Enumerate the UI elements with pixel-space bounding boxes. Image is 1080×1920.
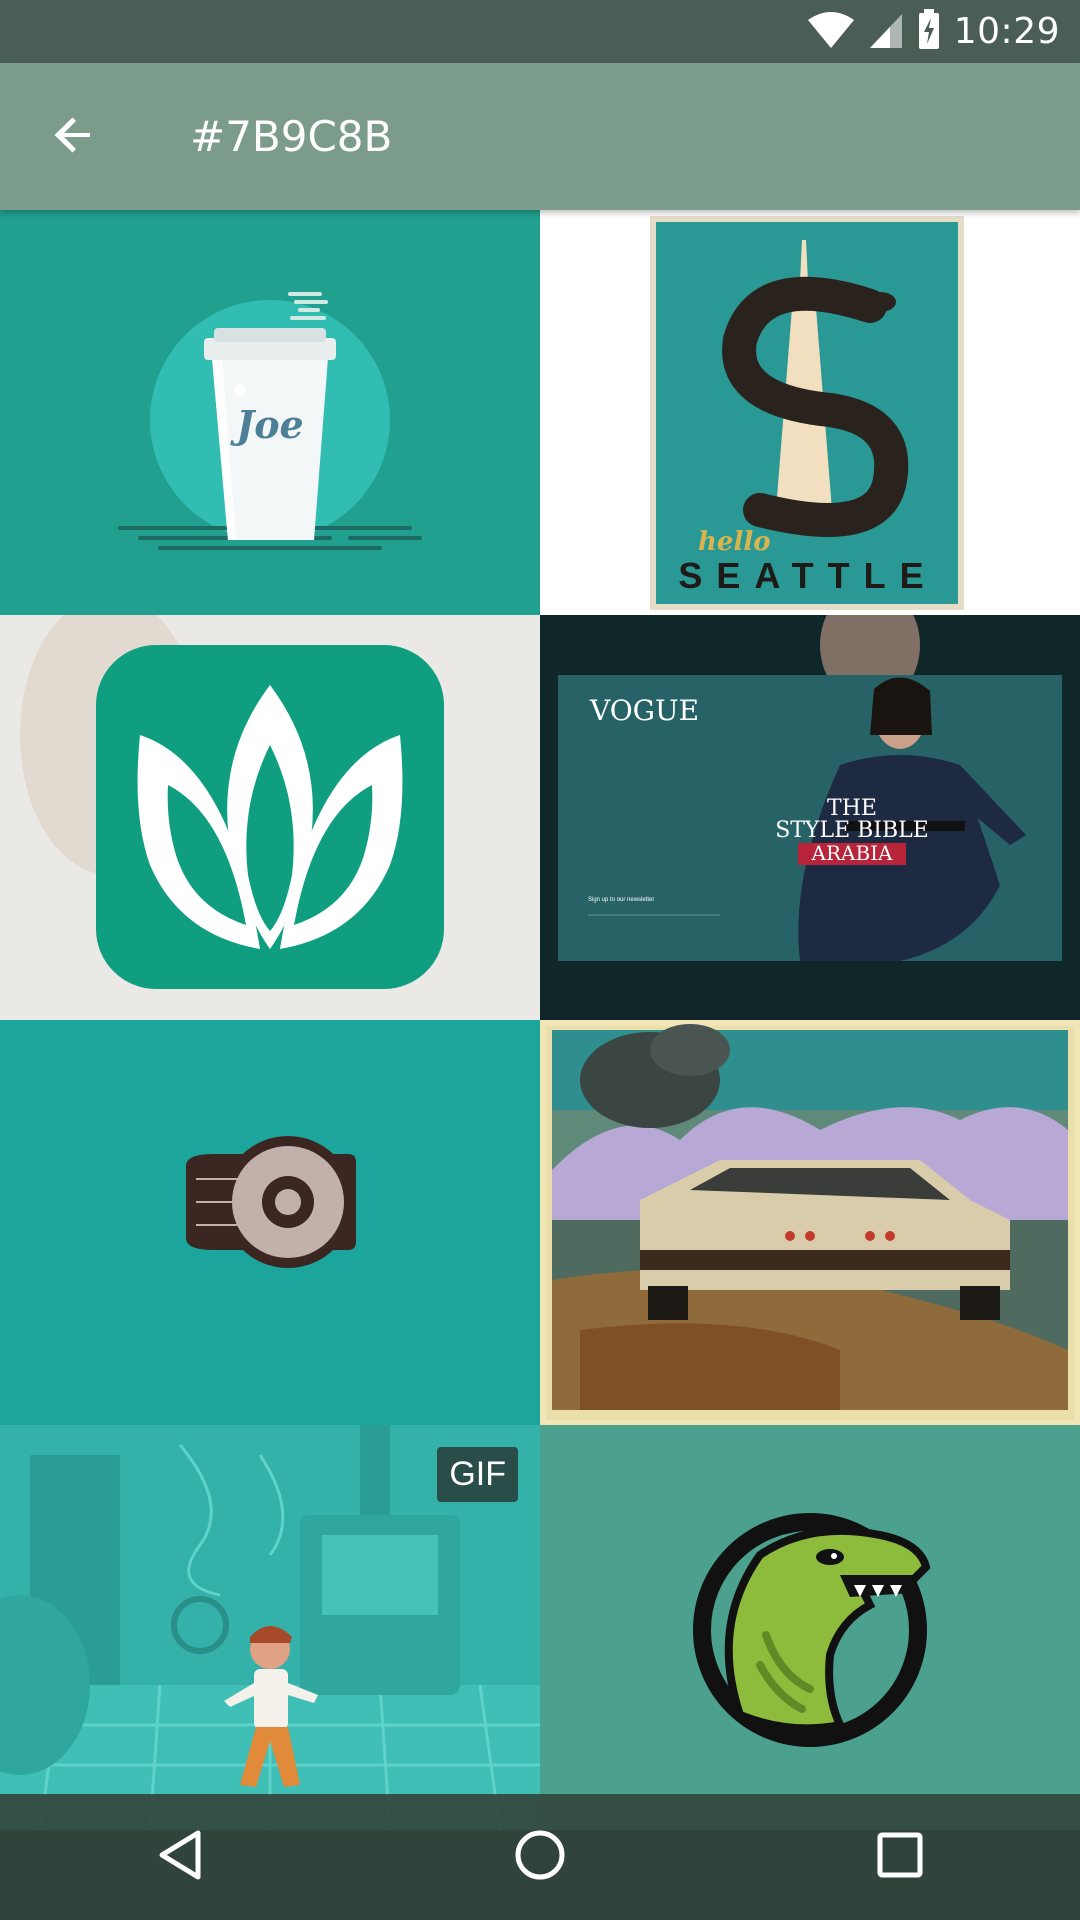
cup-text: Joe [230,402,304,447]
home-circle-icon [510,1825,570,1889]
cellular-signal-icon [868,10,904,54]
vogue-brand: VOGUE [589,694,699,727]
vogue-headline-3: ARABIA [811,841,894,865]
grid-tile-seattle-poster[interactable]: hello SEATTLE [540,210,1080,615]
grid-tile-trex-badge[interactable] [540,1425,1080,1830]
grid-tile-coffee-cup[interactable]: Joe [0,210,540,615]
nav-back-button[interactable] [120,1807,240,1907]
back-button[interactable] [38,101,110,173]
page-title: #7B9C8B [190,112,393,161]
grid-tile-speed-logo[interactable] [0,1020,540,1425]
gif-badge: GIF [437,1447,518,1502]
nav-recents-button[interactable] [840,1807,960,1907]
seattle-script-text: hello [698,527,771,557]
recents-square-icon [870,1825,930,1889]
image-grid: Joe hello SEATTLE VOGUE THE STYLE BIBLE … [0,210,1080,1920]
vogue-headline-2: STYLE BIBLE [775,818,929,843]
status-time: 10:29 [953,11,1060,52]
app-toolbar: #7B9C8B [0,63,1080,210]
back-triangle-icon [150,1825,210,1889]
wifi-icon [806,10,856,54]
nav-home-button[interactable] [480,1807,600,1907]
grid-tile-vogue-arabia[interactable]: VOGUE THE STYLE BIBLE ARABIA Sign up to … [540,615,1080,1020]
battery-charging-icon [916,8,942,55]
seattle-title-text: SEATTLE [678,555,937,596]
grid-tile-lab-animation[interactable]: GIF [0,1425,540,1830]
status-icons: 10:29 [806,0,1060,63]
arrow-left-icon [50,111,98,163]
status-bar: 10:29 [0,0,1080,63]
grid-tile-lotus-icon[interactable] [0,615,540,1020]
system-navigation-bar [0,1794,1080,1920]
vogue-newsletter: Sign up to our newsletter [588,897,654,903]
grid-tile-vintage-car[interactable] [540,1020,1080,1425]
